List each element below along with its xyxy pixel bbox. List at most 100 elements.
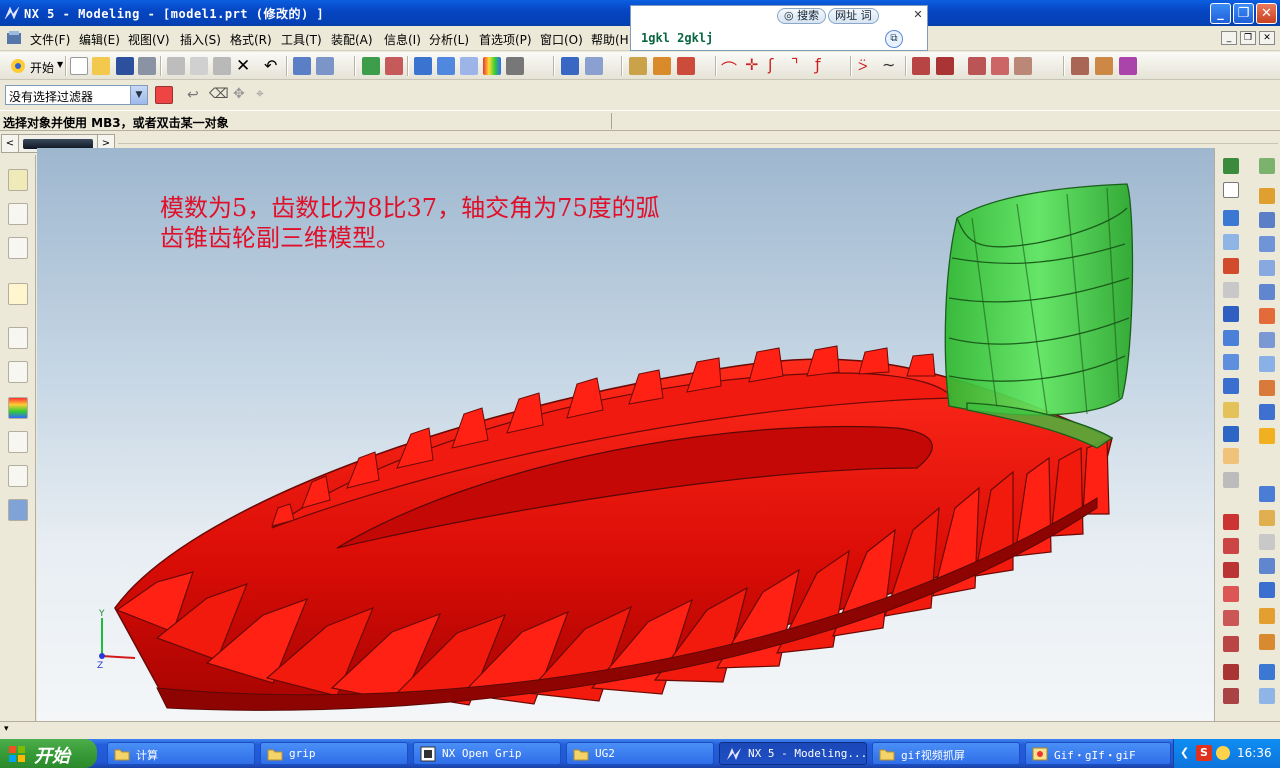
pattern-icon[interactable] <box>1095 57 1113 75</box>
menu-assembly[interactable]: 装配(A) <box>331 31 373 48</box>
copy-icon[interactable]: ⧉ <box>885 30 903 48</box>
pointer-filter-icon[interactable]: ⌖ <box>256 86 264 102</box>
scroll-left-button[interactable]: < <box>1 134 19 153</box>
enlarge-icon[interactable] <box>1259 582 1275 598</box>
tray-network-icon[interactable] <box>1216 746 1230 760</box>
bounded-plane-icon[interactable] <box>1259 332 1275 348</box>
circle-icon[interactable] <box>1223 562 1239 578</box>
bridge-curve-icon[interactable] <box>1223 636 1239 652</box>
point-icon[interactable]: ✛ <box>745 55 758 74</box>
task-ug2[interactable]: UG2 <box>566 742 714 765</box>
extension-icon[interactable] <box>1259 356 1275 372</box>
transform-icon[interactable] <box>1071 57 1089 75</box>
constraint-navigator-icon[interactable] <box>8 203 28 225</box>
select-tool-icon[interactable] <box>293 57 311 75</box>
sew-icon[interactable] <box>1259 486 1275 502</box>
measure-icon[interactable] <box>629 57 647 75</box>
fillet-curve-icon[interactable]: ⌝ <box>791 55 799 74</box>
tray-expand-icon[interactable]: ❮ <box>1180 746 1189 759</box>
print-icon[interactable] <box>138 57 156 75</box>
roles-icon[interactable] <box>8 465 28 487</box>
revolve-icon[interactable] <box>936 57 954 75</box>
mold-icon[interactable] <box>1259 188 1275 204</box>
color-icon[interactable] <box>483 57 501 75</box>
chain-curve-icon[interactable] <box>1223 610 1239 626</box>
paint-tool-icon[interactable] <box>316 57 334 75</box>
popup-close-icon[interactable]: ✕ <box>911 8 925 22</box>
menu-view[interactable]: 视图(V) <box>128 31 170 48</box>
menu-format[interactable]: 格式(R) <box>230 31 272 48</box>
doc-close-button[interactable]: ✕ <box>1259 31 1275 45</box>
shell-icon[interactable] <box>1014 57 1032 75</box>
gauge-icon[interactable] <box>1223 688 1239 704</box>
chamfer-icon[interactable] <box>991 57 1009 75</box>
thicken-icon[interactable] <box>1259 534 1275 550</box>
trim-body-icon[interactable] <box>1259 608 1275 624</box>
task-grip[interactable]: grip <box>260 742 408 765</box>
shaded-view-icon[interactable] <box>414 57 432 75</box>
unite-icon[interactable] <box>1259 664 1275 680</box>
chevron-down-icon[interactable]: ▾ <box>4 724 9 734</box>
ellipse-icon[interactable] <box>1223 586 1239 602</box>
clock-icon[interactable] <box>1223 664 1239 680</box>
new-icon[interactable] <box>70 57 88 75</box>
sketch-icon[interactable]: ⍩ <box>858 55 868 75</box>
start-icon[interactable] <box>9 57 27 75</box>
menu-tools[interactable]: 工具(T) <box>281 31 322 48</box>
palette-icon[interactable] <box>8 397 28 419</box>
selection-filter-select[interactable]: 没有选择过滤器 ▼ <box>5 85 148 105</box>
snap-icon[interactable]: ✥ <box>233 86 245 102</box>
cut-icon[interactable] <box>167 57 185 75</box>
trim-curve-icon[interactable]: ƒ <box>815 55 821 74</box>
url-tab[interactable]: 网址 词 <box>828 8 879 24</box>
pocket-icon[interactable] <box>1223 354 1239 370</box>
maximize-button[interactable]: ❐ <box>1233 3 1254 24</box>
mirror-icon[interactable] <box>1119 57 1137 75</box>
undo-icon[interactable]: ↶ <box>264 56 277 75</box>
history-icon[interactable] <box>8 327 28 349</box>
tray-s-icon[interactable]: S <box>1196 745 1212 761</box>
thread-icon[interactable] <box>1223 448 1239 464</box>
hole-icon[interactable] <box>1223 306 1239 322</box>
eraser-icon[interactable]: ⌫ <box>209 86 229 102</box>
n-sided-icon[interactable] <box>1259 308 1275 324</box>
menu-file[interactable]: 文件(F) <box>30 31 70 48</box>
wireframe-icon[interactable] <box>460 57 478 75</box>
refresh-icon[interactable] <box>362 57 380 75</box>
minimize-button[interactable]: _ <box>1210 3 1231 24</box>
layer-icon[interactable] <box>506 57 524 75</box>
process-studio-icon[interactable] <box>8 431 28 453</box>
curve-arc-icon[interactable]: ⌒ <box>721 56 737 80</box>
offset-face-icon[interactable] <box>1223 472 1239 488</box>
chevron-down-icon[interactable]: ▼ <box>130 86 147 104</box>
task-calc[interactable]: 计算 <box>107 742 255 765</box>
menu-edit[interactable]: 编辑(E) <box>79 31 120 48</box>
sphere-icon[interactable] <box>1223 282 1239 298</box>
doc-minimize-button[interactable]: _ <box>1221 31 1237 45</box>
patch-icon[interactable] <box>1259 558 1275 574</box>
extrude-icon[interactable] <box>912 57 930 75</box>
start-dropdown-icon[interactable]: ▼ <box>57 60 63 69</box>
sketch-tool-icon[interactable] <box>1223 158 1239 174</box>
wave-curve-icon[interactable]: ∼ <box>882 55 895 74</box>
layer-surface-icon[interactable] <box>1259 158 1275 174</box>
shaded-edges-icon[interactable] <box>437 57 455 75</box>
copy-tool-icon[interactable] <box>190 57 208 75</box>
transition-icon[interactable] <box>1259 380 1275 396</box>
cylinder-icon[interactable] <box>1223 234 1239 250</box>
reuse-library-icon[interactable] <box>8 283 28 305</box>
system-materials-icon[interactable] <box>8 361 28 383</box>
part-navigator-icon[interactable] <box>8 237 28 259</box>
start-menu-label[interactable]: 开始 <box>30 59 54 76</box>
blend-icon[interactable] <box>968 57 986 75</box>
paste-icon[interactable] <box>213 57 231 75</box>
boss-icon[interactable] <box>1223 330 1239 346</box>
system-scenes-icon[interactable] <box>8 499 28 521</box>
orient-view-icon[interactable] <box>561 57 579 75</box>
subtract-icon[interactable] <box>1259 688 1275 704</box>
arc-icon[interactable] <box>1223 538 1239 554</box>
trim-sheet-icon[interactable] <box>1259 428 1275 444</box>
assembly-navigator-icon[interactable] <box>8 169 28 191</box>
face-blend-icon[interactable] <box>1259 404 1275 420</box>
surface-strip-icon[interactable] <box>1259 212 1275 228</box>
